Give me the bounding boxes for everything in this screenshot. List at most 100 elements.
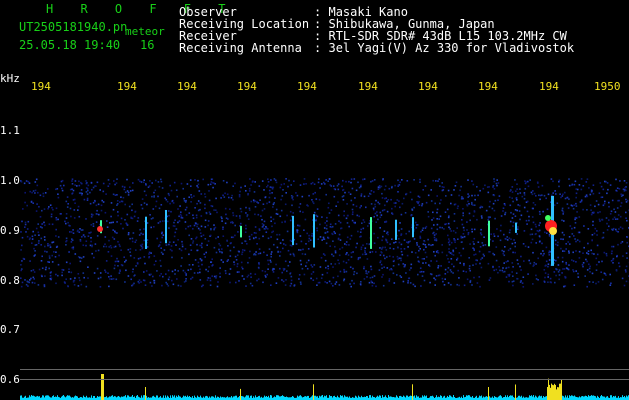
noise-speck <box>199 232 202 234</box>
noise-speck <box>501 249 503 252</box>
noise-speck <box>137 178 140 181</box>
noise-speck <box>502 207 505 209</box>
noise-speck <box>180 285 182 287</box>
noise-speck <box>39 194 42 197</box>
noise-speck <box>380 248 383 250</box>
noise-speck <box>446 271 449 273</box>
noise-speck <box>557 256 559 259</box>
noise-speck <box>341 185 343 188</box>
noise-speck <box>532 265 535 267</box>
profile-bar <box>489 396 490 400</box>
profile-bar <box>299 395 300 400</box>
noise-speck <box>416 224 418 226</box>
noise-speck <box>370 268 373 271</box>
noise-speck <box>380 185 383 188</box>
noise-speck <box>497 271 499 274</box>
noise-speck <box>24 191 26 194</box>
noise-speck <box>349 238 352 240</box>
noise-speck <box>532 283 534 285</box>
noise-speck <box>415 227 418 229</box>
noise-speck <box>348 244 350 246</box>
noise-speck <box>95 185 97 187</box>
profile-bar <box>548 378 549 400</box>
noise-speck <box>311 181 314 184</box>
noise-speck <box>38 240 40 242</box>
noise-speck <box>131 240 134 243</box>
noise-speck <box>89 202 92 205</box>
noise-speck <box>55 282 57 285</box>
noise-speck <box>41 267 44 269</box>
noise-speck <box>119 245 121 248</box>
noise-speck <box>226 181 228 184</box>
noise-speck <box>210 228 212 231</box>
noise-speck <box>337 183 340 185</box>
noise-speck <box>625 271 627 273</box>
noise-speck <box>598 261 600 263</box>
noise-speck <box>112 278 115 280</box>
noise-speck <box>421 204 423 207</box>
noise-speck <box>505 261 508 263</box>
noise-speck <box>471 194 473 197</box>
profile-bar <box>321 395 322 400</box>
noise-speck <box>250 276 252 278</box>
noise-speck <box>203 253 206 255</box>
noise-speck <box>558 269 561 271</box>
noise-speck <box>435 260 438 262</box>
noise-speck <box>20 180 23 183</box>
noise-speck <box>252 199 255 201</box>
noise-speck <box>466 278 469 281</box>
noise-speck <box>259 252 262 255</box>
noise-speck <box>312 279 315 281</box>
noise-speck <box>575 270 577 272</box>
noise-speck <box>65 222 67 225</box>
noise-speck <box>184 201 187 203</box>
noise-speck <box>545 260 548 263</box>
noise-speck <box>453 238 455 240</box>
noise-speck <box>531 193 534 196</box>
noise-speck <box>77 205 80 208</box>
noise-speck <box>299 203 302 205</box>
profile-bar <box>69 395 70 400</box>
noise-speck <box>144 284 147 286</box>
noise-speck <box>593 211 595 214</box>
meteor-echo-trace <box>313 214 315 248</box>
noise-speck <box>276 238 279 241</box>
noise-speck <box>337 259 339 261</box>
noise-speck <box>585 258 587 261</box>
noise-speck <box>538 210 541 213</box>
noise-speck <box>331 253 333 256</box>
noise-speck <box>168 243 170 246</box>
noise-speck <box>606 229 609 231</box>
noise-speck <box>447 241 450 244</box>
noise-speck <box>325 193 327 196</box>
noise-speck <box>385 238 387 241</box>
profile-bar <box>276 395 277 400</box>
noise-speck <box>65 239 68 242</box>
noise-speck <box>222 194 224 197</box>
noise-speck <box>143 179 145 181</box>
noise-speck <box>85 240 88 242</box>
noise-speck <box>289 272 291 275</box>
noise-speck <box>169 202 171 205</box>
noise-speck <box>80 181 82 184</box>
profile-bar <box>329 395 330 400</box>
noise-speck <box>342 189 344 192</box>
noise-speck <box>526 223 528 225</box>
noise-speck <box>57 274 59 277</box>
noise-speck <box>235 259 238 261</box>
noise-speck <box>425 256 428 258</box>
noise-speck <box>615 228 617 231</box>
profile-bar <box>47 395 48 400</box>
noise-speck <box>34 181 37 183</box>
noise-speck <box>528 215 530 218</box>
noise-speck <box>189 179 192 181</box>
noise-speck <box>387 199 390 201</box>
noise-speck <box>597 203 600 206</box>
noise-speck <box>320 257 323 259</box>
noise-speck <box>21 236 24 239</box>
noise-speck <box>143 239 145 242</box>
noise-speck <box>148 253 150 255</box>
profile-bar <box>483 396 484 400</box>
profile-bar <box>367 396 368 400</box>
noise-speck <box>601 260 603 263</box>
